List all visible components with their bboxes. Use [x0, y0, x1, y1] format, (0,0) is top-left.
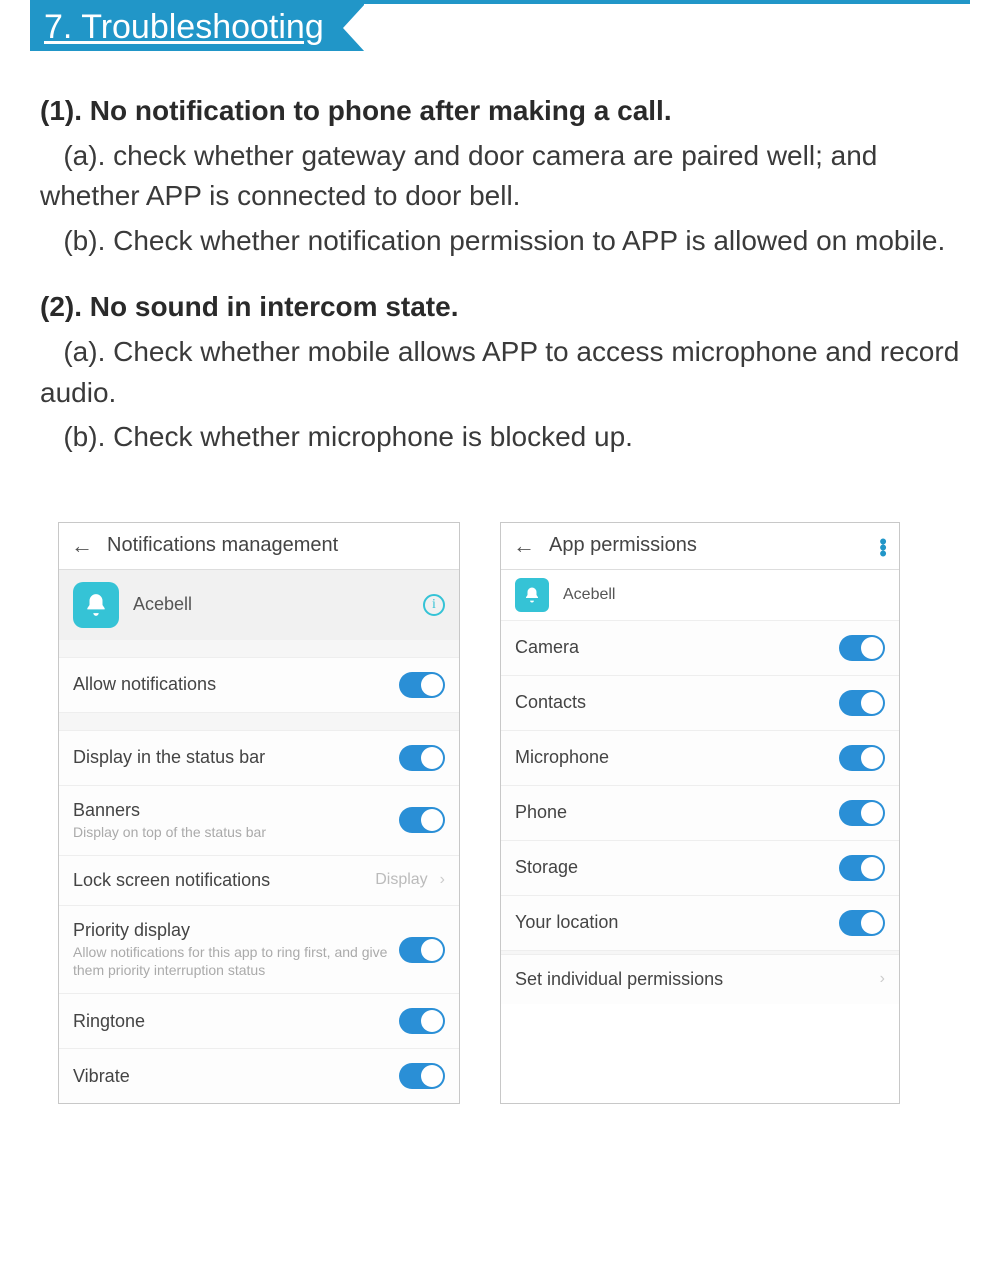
chevron-right-icon: ›	[880, 970, 885, 988]
q1-b: (b). Check whether notification permissi…	[40, 221, 962, 262]
row-phone[interactable]: Phone	[501, 786, 899, 841]
toggle[interactable]	[839, 800, 885, 826]
app-name: Acebell	[133, 594, 409, 615]
label-location: Your location	[515, 912, 829, 933]
toggle[interactable]	[839, 745, 885, 771]
toggle[interactable]	[399, 807, 445, 833]
toggle[interactable]	[839, 910, 885, 936]
q1-a: (a). check whether gateway and door came…	[40, 136, 962, 217]
kebab-menu-icon[interactable]: •••	[879, 537, 887, 555]
app-icon	[515, 578, 549, 612]
label-contacts: Contacts	[515, 692, 829, 713]
row-allow-notifications[interactable]: Allow notifications	[59, 658, 459, 713]
label-vibrate: Vibrate	[73, 1066, 389, 1087]
label-microphone: Microphone	[515, 747, 829, 768]
label-set-individual: Set individual permissions	[515, 969, 868, 990]
label-phone: Phone	[515, 802, 829, 823]
toggle[interactable]	[839, 855, 885, 881]
label-lock-screen: Lock screen notifications	[73, 870, 365, 891]
row-location[interactable]: Your location	[501, 896, 899, 951]
row-storage[interactable]: Storage	[501, 841, 899, 896]
label-allow-notifications: Allow notifications	[73, 674, 389, 695]
q2-b: (b). Check whether microphone is blocked…	[40, 417, 962, 458]
back-icon[interactable]: ←	[513, 533, 535, 559]
label-priority-sub: Allow notifications for this app to ring…	[73, 943, 389, 979]
screen-title: Notifications management	[107, 534, 447, 557]
screenshot-notifications: ← Notifications management Acebell i All…	[58, 522, 460, 1105]
toggle[interactable]	[839, 635, 885, 661]
app-icon	[73, 582, 119, 628]
toggle[interactable]	[399, 745, 445, 771]
label-storage: Storage	[515, 857, 829, 878]
row-priority-display[interactable]: Priority display Allow notifications for…	[59, 906, 459, 994]
q1-title: (1). No notification to phone after maki…	[40, 91, 962, 132]
troubleshooting-text: (1). No notification to phone after maki…	[0, 51, 1000, 482]
toggle[interactable]	[839, 690, 885, 716]
row-contacts[interactable]: Contacts	[501, 676, 899, 731]
label-status-bar: Display in the status bar	[73, 747, 389, 768]
row-set-individual[interactable]: Set individual permissions ›	[501, 955, 899, 1004]
toggle[interactable]	[399, 937, 445, 963]
label-banners: Banners	[73, 800, 389, 821]
toggle[interactable]	[399, 1063, 445, 1089]
row-vibrate[interactable]: Vibrate	[59, 1049, 459, 1103]
row-banners[interactable]: Banners Display on top of the status bar	[59, 786, 459, 856]
label-priority: Priority display	[73, 920, 389, 941]
label-camera: Camera	[515, 637, 829, 658]
lock-screen-value: Display	[375, 871, 427, 889]
q2-title: (2). No sound in intercom state.	[40, 287, 962, 328]
row-ringtone[interactable]: Ringtone	[59, 994, 459, 1049]
chevron-right-icon: ›	[440, 871, 445, 889]
info-icon[interactable]: i	[423, 594, 445, 616]
screen-title: App permissions	[549, 534, 865, 557]
label-banners-sub: Display on top of the status bar	[73, 823, 389, 841]
row-lock-screen[interactable]: Lock screen notifications Display ›	[59, 856, 459, 906]
toggle[interactable]	[399, 1008, 445, 1034]
row-microphone[interactable]: Microphone	[501, 731, 899, 786]
screenshot-permissions: ← App permissions ••• Acebell Camera Con…	[500, 522, 900, 1105]
back-icon[interactable]: ←	[71, 533, 93, 559]
toggle[interactable]	[399, 672, 445, 698]
label-ringtone: Ringtone	[73, 1011, 389, 1032]
section-title-ribbon: 7. Troubleshooting	[30, 4, 364, 51]
app-name: Acebell	[563, 586, 885, 604]
row-status-bar[interactable]: Display in the status bar	[59, 731, 459, 786]
q2-a: (a). Check whether mobile allows APP to …	[40, 332, 962, 413]
row-camera[interactable]: Camera	[501, 621, 899, 676]
